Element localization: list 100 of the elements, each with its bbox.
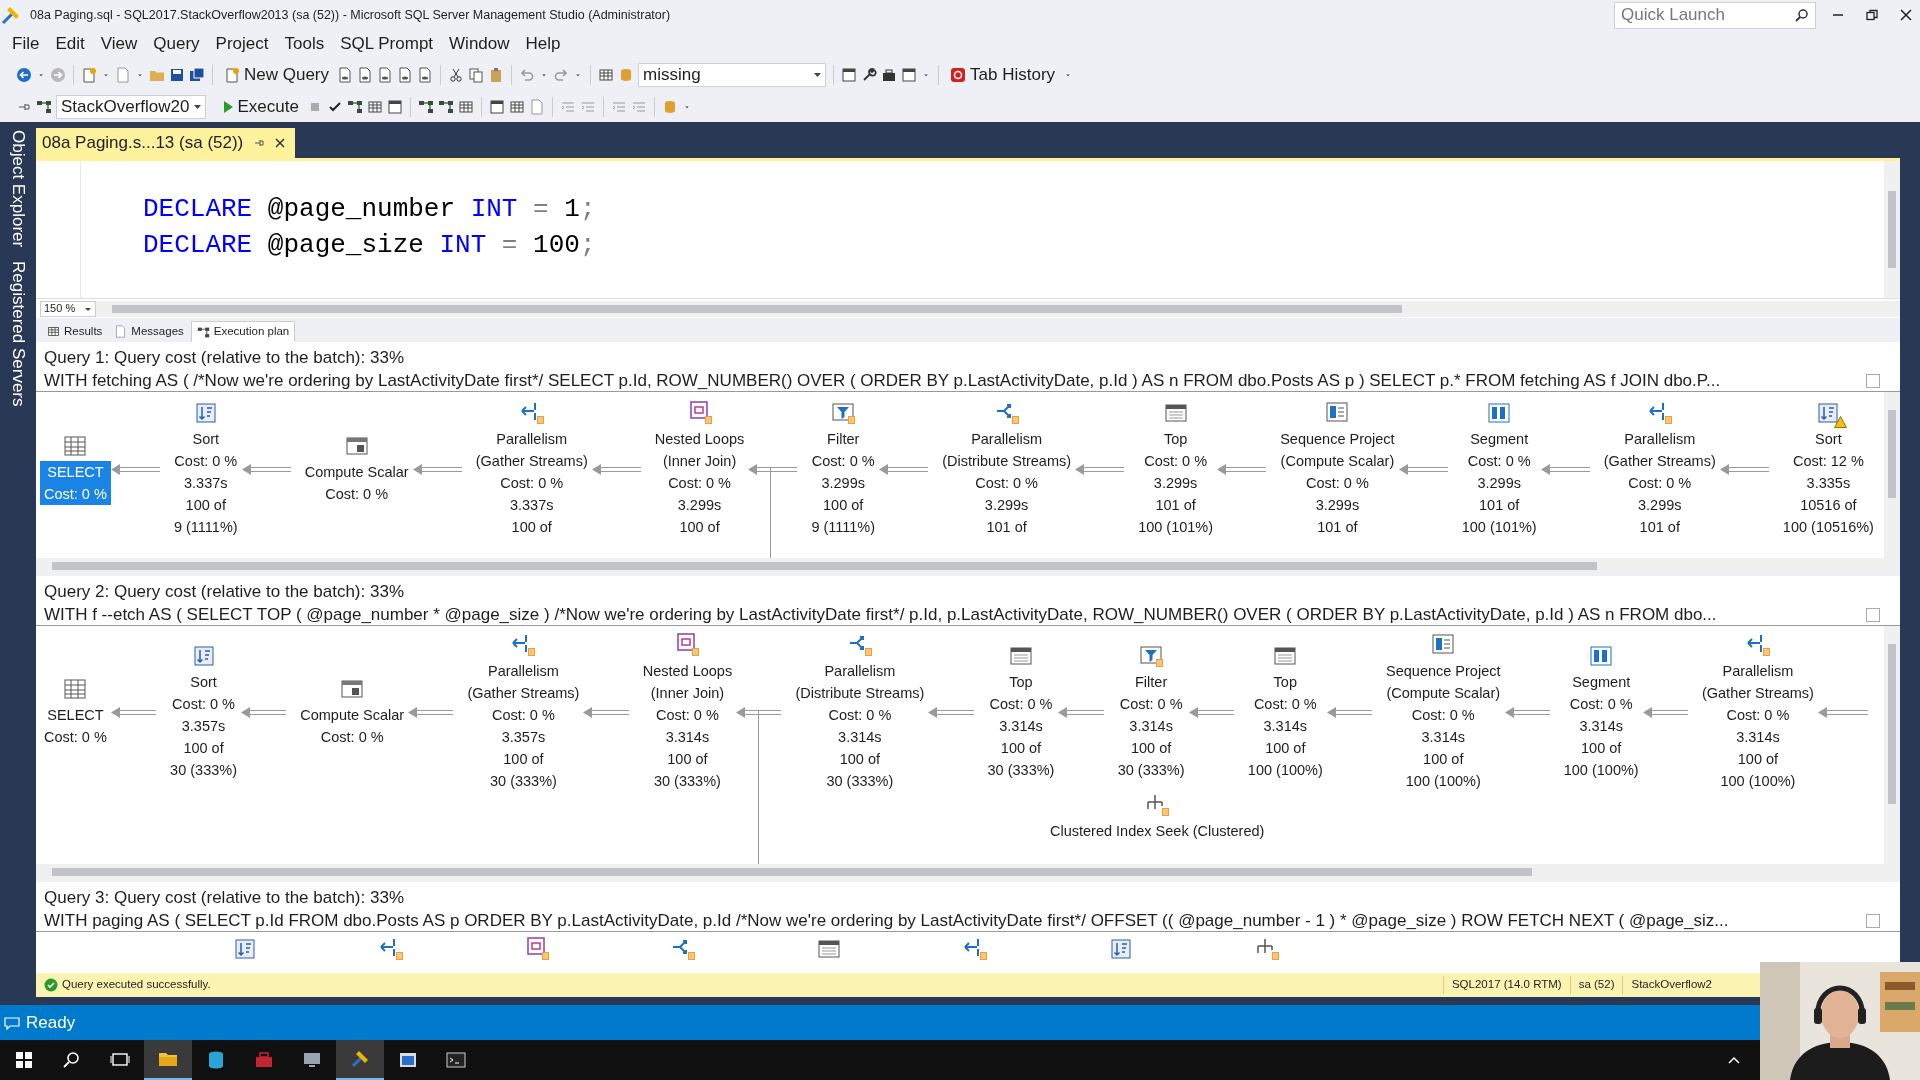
undo-icon[interactable] xyxy=(519,66,536,83)
node-estimated-rows: 30 (333%) xyxy=(795,770,925,792)
node-elapsed-time: 3.299s xyxy=(1314,496,1361,515)
pane-toggle-button[interactable] xyxy=(1866,374,1880,388)
window-title: 08a Paging.sql - SQL2017.StackOverflow2013 (sa (52)) - Microsoft SQL Server Management Studio (Administrator) xyxy=(30,6,671,24)
node-cost: Cost: 0 % xyxy=(1252,695,1318,714)
toolbox-icon[interactable] xyxy=(881,66,898,83)
result-tab[interactable]: Results xyxy=(42,321,108,342)
menu-item[interactable]: Edit xyxy=(47,31,93,57)
save-icon[interactable] xyxy=(169,66,185,83)
save-all-icon[interactable] xyxy=(189,66,205,83)
menu-item[interactable]: Window xyxy=(441,31,518,57)
scrollbar[interactable] xyxy=(96,300,1900,317)
result-tab[interactable]: Messages xyxy=(109,321,189,342)
tools-icon[interactable] xyxy=(350,1049,370,1069)
pane-toggle-button[interactable] xyxy=(1866,608,1880,622)
grid-icon[interactable] xyxy=(366,98,383,115)
terminal-icon[interactable] xyxy=(446,1050,466,1070)
restore-icon[interactable] xyxy=(1866,9,1878,21)
window-icon[interactable] xyxy=(488,98,505,115)
chevron-icon[interactable] xyxy=(1728,1056,1740,1064)
node-name: Sequence Project (Compute Scalar) xyxy=(1386,662,1501,703)
node-elapsed-time: 3.357s xyxy=(180,717,227,736)
menu-item[interactable]: Query xyxy=(145,31,208,57)
query-page-icon[interactable] xyxy=(337,66,354,83)
window-icon[interactable] xyxy=(841,66,858,83)
side-tab[interactable]: Registered Servers xyxy=(5,261,31,407)
close-icon[interactable] xyxy=(275,138,286,148)
menu-item[interactable]: Tools xyxy=(276,31,333,57)
menu-item[interactable]: SQL Prompt xyxy=(332,31,442,57)
node-actual-rows: 100 of xyxy=(1386,748,1501,770)
query-cost-header: Query 3: Query cost (relative to the batch): 33% xyxy=(43,887,405,906)
redo-icon[interactable] xyxy=(553,66,570,83)
windows-logo-icon[interactable] xyxy=(14,1050,34,1070)
wrench-icon[interactable] xyxy=(861,66,878,83)
zoom-combo[interactable]: 150 % xyxy=(40,300,96,317)
query-cost-header: Query 2: Query cost (relative to the batch): 33% xyxy=(43,581,405,600)
copy-icon[interactable] xyxy=(468,66,485,83)
query-page-icon[interactable] xyxy=(377,66,394,83)
back-icon[interactable] xyxy=(16,66,32,83)
node-elapsed-time: 3.314s xyxy=(837,728,883,747)
node-cost: Cost: 0 % xyxy=(44,485,107,504)
scrollbar[interactable] xyxy=(1884,161,1900,298)
database-combo[interactable]: StackOverflow20 xyxy=(56,94,206,119)
grid-icon[interactable] xyxy=(508,98,525,115)
scrollbar[interactable] xyxy=(36,864,1900,880)
plan-icon[interactable] xyxy=(417,98,434,115)
arrows-icon xyxy=(378,936,404,962)
query-text: WITH f --etch AS ( SELECT TOP ( @page_number * @page_size ) /*Now we're ordering by LastActivityDate first*/ p.Id, p.LastActivityDate, ROW_NUMBER() OVER ( ORDER BY p.LastActivityDate, p.Id ) AS n FROM dbo... xyxy=(44,604,1717,625)
node-actual-rows: 101 of xyxy=(1603,516,1716,538)
grid-icon[interactable] xyxy=(457,98,474,115)
quick-launch-field[interactable]: Quick Launch xyxy=(1614,1,1816,29)
plan-icon[interactable] xyxy=(36,98,52,115)
window-icon[interactable] xyxy=(901,66,918,83)
scrollbar[interactable] xyxy=(36,558,1900,574)
document-tab[interactable]: 08a Paging.s...13 (sa (52)) xyxy=(36,128,296,158)
window-icon[interactable] xyxy=(386,98,403,115)
node-estimated-rows: 30 (333%) xyxy=(987,759,1055,781)
search-icon[interactable] xyxy=(62,1050,82,1070)
sort-icon xyxy=(232,936,258,962)
menu-item[interactable]: File xyxy=(4,31,48,57)
cut-icon[interactable] xyxy=(448,66,465,83)
query-page-icon[interactable] xyxy=(417,66,434,83)
query-text: WITH paging AS ( SELECT p.Id FROM dbo.Posts AS p ORDER BY p.LastActivityDate, p.Id /*Now we're ordering by LastActivityDate first*/ OFFSET (( @page_number - 1 ) * @page_size ) ROW FETCH NEXT ( @page_siz... xyxy=(44,910,1729,931)
sort-icon xyxy=(1108,936,1134,962)
menu-item[interactable]: Help xyxy=(517,31,569,57)
monitor-icon[interactable] xyxy=(302,1050,322,1070)
tree-icon xyxy=(1254,936,1280,962)
plan-icon[interactable] xyxy=(346,98,363,115)
node-actual-rows: 100 of xyxy=(654,516,745,538)
query-page-icon[interactable] xyxy=(357,66,374,83)
node-actual-rows: 100 of xyxy=(1563,737,1639,759)
execute-button[interactable]: Execute xyxy=(217,93,303,120)
node-elapsed-time: 3.314s xyxy=(1735,728,1781,747)
query-page-icon[interactable] xyxy=(397,66,414,83)
menu-item[interactable]: View xyxy=(92,31,146,57)
node-cost: Cost: 12 % xyxy=(1791,452,1865,471)
result-tab[interactable]: Execution plan xyxy=(190,321,296,342)
side-tab[interactable]: Object Explorer xyxy=(5,130,31,248)
node-estimated-rows: 100 (100%) xyxy=(1563,759,1639,781)
node-cost: Cost: 0 % xyxy=(1304,474,1370,493)
new-query-button[interactable]: New Query xyxy=(220,61,334,88)
search-combo[interactable]: missing xyxy=(638,62,827,87)
pane-toggle-button[interactable] xyxy=(1866,914,1880,928)
tab-history-button[interactable]: Tab History xyxy=(946,61,1060,88)
scrollbar[interactable] xyxy=(1884,626,1900,864)
new-page-icon[interactable] xyxy=(81,66,97,83)
menu-item[interactable]: Project xyxy=(207,31,277,57)
plan-icon[interactable] xyxy=(437,98,454,115)
flow-arrow xyxy=(879,463,929,475)
node-name: Compute Scalar xyxy=(304,463,409,482)
flow-arrow xyxy=(412,463,462,475)
grid-icon[interactable] xyxy=(598,66,615,83)
window-icon[interactable] xyxy=(398,1050,418,1070)
tools-icon xyxy=(0,4,22,26)
close-icon[interactable] xyxy=(1900,9,1912,21)
node-elapsed-time: 3.299s xyxy=(1476,474,1522,493)
scrollbar[interactable] xyxy=(1884,392,1900,558)
database-icon[interactable] xyxy=(206,1050,226,1070)
pin-icon[interactable] xyxy=(253,137,266,149)
